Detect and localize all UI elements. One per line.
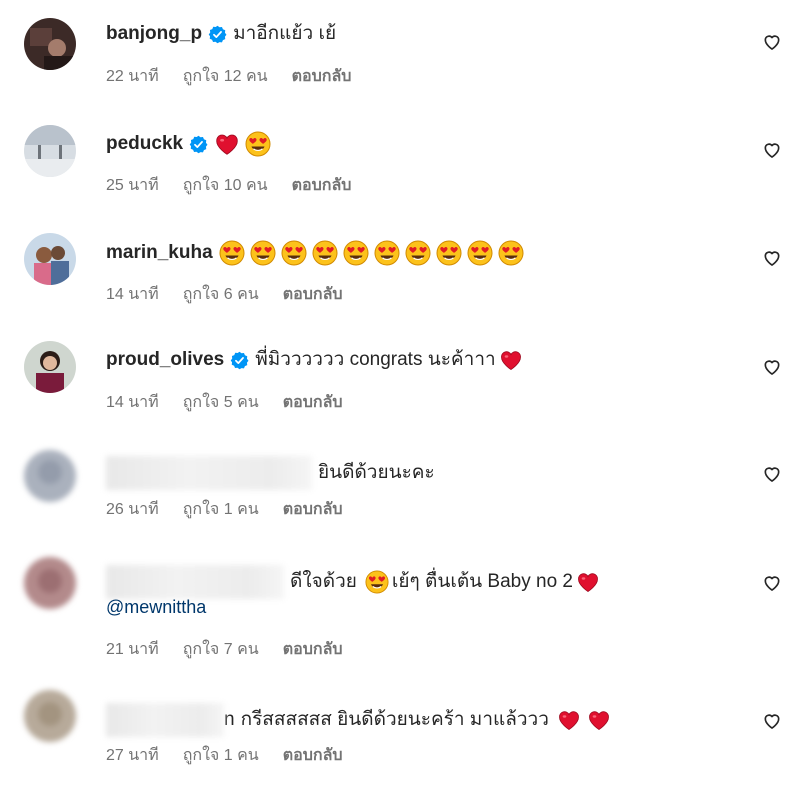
heart-outline-icon[interactable] xyxy=(762,711,782,731)
username[interactable]: marin_kuha xyxy=(106,241,213,265)
heart-eyes-emoji-icon xyxy=(312,240,338,266)
reply-button[interactable]: ตอบกลับ xyxy=(283,743,343,768)
verified-badge-icon xyxy=(208,25,227,44)
comment-time[interactable]: 14 นาที xyxy=(106,390,159,415)
comment-body: proud_olives พี่มิวววววว congrats นะค้าา… xyxy=(106,348,526,372)
heart-eyes-emoji-icon xyxy=(405,240,431,266)
comment-text: มาอีกแย้ว เย้ xyxy=(233,23,337,44)
username[interactable]: peduckk xyxy=(106,132,183,156)
like-count[interactable]: ถูกใจ 10 คน xyxy=(183,173,268,198)
reply-button[interactable]: ตอบกลับ xyxy=(283,390,343,415)
like-count[interactable]: ถูกใจ 6 คน xyxy=(183,282,259,307)
username[interactable]: proud_olives xyxy=(106,348,224,372)
reply-button[interactable]: ตอบกลับ xyxy=(283,497,343,522)
like-count[interactable]: ถูกใจ 1 คน xyxy=(183,743,259,768)
comment-time[interactable]: 21 นาที xyxy=(106,637,159,662)
heart-outline-icon[interactable] xyxy=(762,357,782,377)
username-redacted xyxy=(106,456,312,490)
like-count[interactable]: ถูกใจ 12 คน xyxy=(183,64,268,89)
comment-meta: 22 นาที ถูกใจ 12 คน ตอบกลับ xyxy=(106,64,351,89)
comment-body: ยินดีด้วยนะคะ xyxy=(106,456,435,490)
heart-outline-icon[interactable] xyxy=(762,464,782,484)
comment-time[interactable]: 26 นาที xyxy=(106,497,159,522)
like-count[interactable]: ถูกใจ 7 คน xyxy=(183,637,259,662)
comment-time[interactable]: 14 นาที xyxy=(106,282,159,307)
heart-eyes-emoji-icon xyxy=(343,240,369,266)
avatar[interactable] xyxy=(24,450,76,502)
emoji-group xyxy=(214,131,276,157)
comment-time[interactable]: 27 นาที xyxy=(106,743,159,768)
avatar[interactable] xyxy=(24,125,76,177)
red-heart-icon xyxy=(557,708,581,732)
heart-outline-icon[interactable] xyxy=(762,248,782,268)
comment-body: marin_kuha xyxy=(106,240,529,266)
comment-text: ยินดีด้วยนะคะ xyxy=(318,462,435,483)
emoji-group xyxy=(219,240,529,266)
heart-eyes-emoji-icon xyxy=(365,570,389,594)
like-count[interactable]: ถูกใจ 5 คน xyxy=(183,390,259,415)
red-heart-icon xyxy=(214,131,240,157)
comment-body: peduckk xyxy=(106,131,276,157)
heart-outline-icon[interactable] xyxy=(762,573,782,593)
heart-eyes-emoji-icon xyxy=(250,240,276,266)
comment-text: พี่มิวววววว congrats นะค้าาา xyxy=(255,349,496,370)
verified-badge-icon xyxy=(230,351,249,370)
comment-text: ดีใจด้วย xyxy=(290,571,357,592)
comment-meta: 25 นาที ถูกใจ 10 คน ตอบกลับ xyxy=(106,173,351,198)
comment-time[interactable]: 22 นาที xyxy=(106,64,159,89)
heart-eyes-emoji-icon xyxy=(467,240,493,266)
comment-body: n กรีสสสสสส ยินดีด้วยนะคร้า มาแล้ววว xyxy=(106,703,614,737)
comment-time[interactable]: 25 นาที xyxy=(106,173,159,198)
heart-eyes-emoji-icon xyxy=(498,240,524,266)
heart-eyes-emoji-icon xyxy=(281,240,307,266)
sparkling-heart-icon xyxy=(499,348,523,372)
comment-meta: 27 นาที ถูกใจ 1 คน ตอบกลับ xyxy=(106,743,343,768)
red-heart-icon xyxy=(576,570,600,594)
heart-outline-icon[interactable] xyxy=(762,32,782,52)
username[interactable]: banjong_p xyxy=(106,22,202,46)
comment-text: กรีสสสสสส ยินดีด้วยนะคร้า มาแล้ววว xyxy=(240,709,549,730)
avatar[interactable] xyxy=(24,233,76,285)
comment-meta: 14 นาที ถูกใจ 5 คน ตอบกลับ xyxy=(106,390,343,415)
heart-outline-icon[interactable] xyxy=(762,140,782,160)
comment-body: banjong_p มาอีกแย้ว เย้ xyxy=(106,22,336,46)
heart-eyes-emoji-icon xyxy=(374,240,400,266)
username-redacted xyxy=(106,565,284,599)
red-heart-icon xyxy=(587,708,611,732)
avatar[interactable] xyxy=(24,18,76,70)
reply-button[interactable]: ตอบกลับ xyxy=(283,637,343,662)
heart-eyes-emoji-icon xyxy=(219,240,245,266)
comment-meta: 26 นาที ถูกใจ 1 คน ตอบกลับ xyxy=(106,497,343,522)
avatar[interactable] xyxy=(24,341,76,393)
avatar[interactable] xyxy=(24,557,76,609)
username[interactable]: n xyxy=(224,708,235,732)
comment-body: ดีใจด้วย เย้ๆ ตื่นเต้น Baby no 2 xyxy=(106,565,603,599)
heart-eyes-emoji-icon xyxy=(245,131,271,157)
like-count[interactable]: ถูกใจ 1 คน xyxy=(183,497,259,522)
avatar[interactable] xyxy=(24,690,76,742)
comment-text: เย้ๆ ตื่นเต้น Baby no 2 xyxy=(391,571,573,592)
reply-button[interactable]: ตอบกลับ xyxy=(292,173,352,198)
heart-eyes-emoji-icon xyxy=(436,240,462,266)
comment-meta: 14 นาที ถูกใจ 6 คน ตอบกลับ xyxy=(106,282,343,307)
verified-badge-icon xyxy=(189,135,208,154)
username-redacted xyxy=(106,703,224,737)
reply-button[interactable]: ตอบกลับ xyxy=(283,282,343,307)
reply-button[interactable]: ตอบกลับ xyxy=(292,64,352,89)
comment-meta: 21 นาที ถูกใจ 7 คน ตอบกลับ xyxy=(106,637,343,662)
mention-link[interactable]: @mewnittha xyxy=(106,597,206,618)
